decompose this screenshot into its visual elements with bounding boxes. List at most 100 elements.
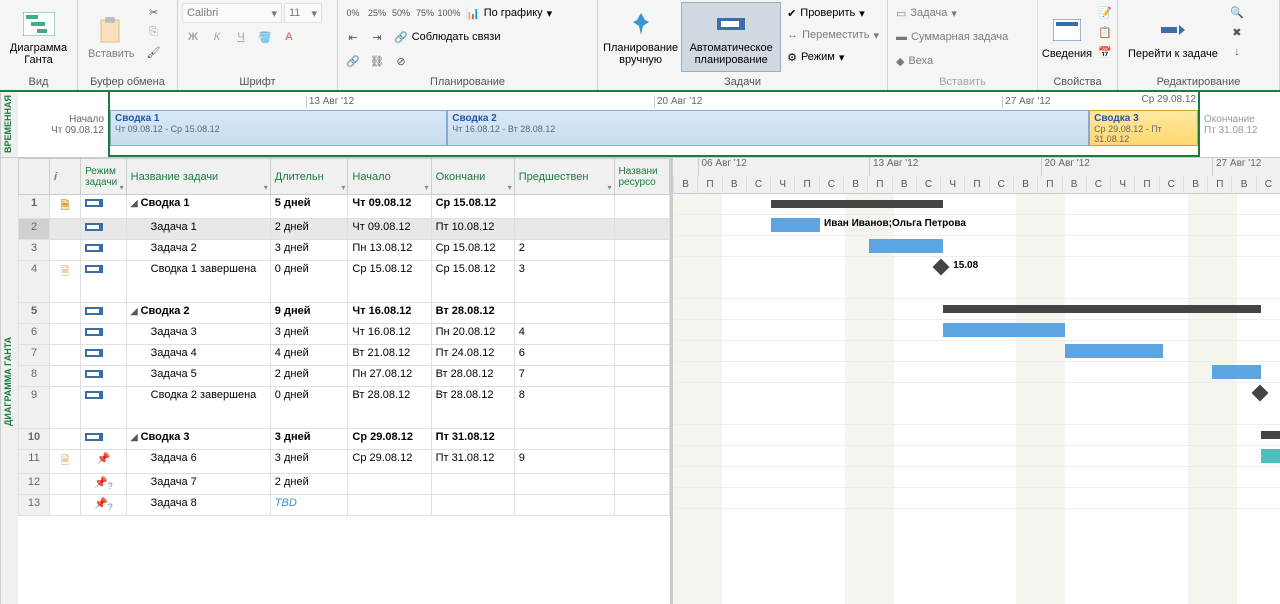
name-cell[interactable]: Задача 6 [126, 450, 270, 474]
gantt-row[interactable]: 15.08 [673, 257, 1280, 299]
gantt-row[interactable]: Иван Иванов;Ольга Петрова [673, 215, 1280, 236]
underline-button[interactable]: Ч [230, 27, 252, 47]
start-cell[interactable]: Пн 13.08.12 [348, 240, 431, 261]
res-cell[interactable] [614, 429, 670, 450]
italic-button[interactable]: К [206, 27, 228, 47]
gantt-row[interactable] [673, 236, 1280, 257]
finish-cell[interactable] [431, 474, 514, 495]
duration-cell[interactable]: 5 дней [270, 195, 348, 219]
col-rownum[interactable] [19, 159, 50, 195]
mode-cell[interactable] [81, 324, 127, 345]
indent-button[interactable]: ⇥ [366, 27, 388, 47]
finish-cell[interactable]: Ср 15.08.12 [431, 240, 514, 261]
name-cell[interactable]: Задача 3 [126, 324, 270, 345]
timeline-bar[interactable]: Сводка 2Чт 16.08.12 - Вт 28.08.12 [447, 110, 1089, 146]
row-number[interactable]: 11 [19, 450, 50, 474]
info-cell[interactable]: 🗎 [50, 261, 81, 303]
paste-button[interactable]: Вставить [82, 2, 141, 72]
duration-cell[interactable]: 4 дней [270, 345, 348, 366]
finish-cell[interactable] [431, 495, 514, 516]
finish-cell[interactable]: Ср 15.08.12 [431, 261, 514, 303]
notes-button[interactable]: 📝 [1094, 2, 1116, 22]
gantt-row[interactable] [673, 467, 1280, 488]
name-cell[interactable]: Сводка 2 завершена [126, 387, 270, 429]
start-cell[interactable]: Ср 29.08.12 [348, 429, 431, 450]
duration-cell[interactable]: 2 дней [270, 219, 348, 240]
res-cell[interactable] [614, 303, 670, 324]
task-table[interactable]: i Режим задачи▾ Название задачи▾ Длитель… [18, 158, 670, 516]
gantt-row[interactable] [673, 488, 1280, 509]
info-cell[interactable] [50, 495, 81, 516]
collapse-icon[interactable]: ◢ [131, 432, 138, 442]
find-button[interactable]: 🔍 [1226, 2, 1248, 22]
timeline-bar[interactable]: Сводка 1Чт 09.08.12 - Ср 15.08.12 [110, 110, 447, 146]
font-color-button[interactable]: A [278, 27, 300, 47]
gantt-milestone[interactable] [1251, 385, 1268, 402]
move-button[interactable]: ↔Переместить▾ [783, 24, 883, 46]
gantt-task-bar[interactable] [869, 239, 943, 253]
table-row[interactable]: 9Сводка 2 завершена0 днейВт 28.08.12Вт 2… [19, 387, 670, 429]
finish-cell[interactable]: Вт 28.08.12 [431, 303, 514, 324]
pred-cell[interactable] [514, 303, 614, 324]
collapse-icon[interactable]: ◢ [131, 198, 138, 208]
col-mode[interactable]: Режим задачи▾ [81, 159, 127, 195]
name-cell[interactable]: ◢Сводка 2 [126, 303, 270, 324]
fill-button[interactable]: ↓ [1226, 42, 1248, 62]
start-cell[interactable] [348, 474, 431, 495]
mode-cell[interactable]: 📌? [81, 474, 127, 495]
pred-cell[interactable]: 3 [514, 261, 614, 303]
res-cell[interactable] [614, 366, 670, 387]
table-row[interactable]: 10◢Сводка 33 днейСр 29.08.12Пт 31.08.12 [19, 429, 670, 450]
res-cell[interactable] [614, 324, 670, 345]
finish-cell[interactable]: Пт 10.08.12 [431, 219, 514, 240]
table-row[interactable]: 8Задача 52 днейПн 27.08.12Вт 28.08.127 [19, 366, 670, 387]
res-cell[interactable] [614, 261, 670, 303]
finish-cell[interactable]: Ср 15.08.12 [431, 195, 514, 219]
info-cell[interactable] [50, 219, 81, 240]
finish-cell[interactable]: Вт 28.08.12 [431, 366, 514, 387]
info-cell[interactable]: 🗎 [50, 450, 81, 474]
finish-cell[interactable]: Пт 24.08.12 [431, 345, 514, 366]
info-cell[interactable] [50, 387, 81, 429]
table-row[interactable]: 1🗎◢Сводка 15 днейЧт 09.08.12Ср 15.08.12 [19, 195, 670, 219]
res-cell[interactable] [614, 474, 670, 495]
gantt-chart-pane[interactable]: 06 Авг '1213 Авг '1220 Авг '1227 Авг '12… [673, 158, 1280, 604]
table-row[interactable]: 5◢Сводка 29 днейЧт 16.08.12Вт 28.08.12 [19, 303, 670, 324]
name-cell[interactable]: Задача 1 [126, 219, 270, 240]
name-cell[interactable]: Задача 5 [126, 366, 270, 387]
row-number[interactable]: 7 [19, 345, 50, 366]
clear-button[interactable]: ✖ [1226, 22, 1248, 42]
pct-0-button[interactable]: 0% [342, 3, 364, 23]
table-row[interactable]: 3Задача 23 днейПн 13.08.12Ср 15.08.122 [19, 240, 670, 261]
pred-cell[interactable]: 6 [514, 345, 614, 366]
pred-cell[interactable]: 2 [514, 240, 614, 261]
res-cell[interactable] [614, 240, 670, 261]
mode-cell[interactable] [81, 303, 127, 324]
row-number[interactable]: 12 [19, 474, 50, 495]
duration-cell[interactable]: 2 дней [270, 474, 348, 495]
duration-cell[interactable]: 9 дней [270, 303, 348, 324]
info-cell[interactable] [50, 324, 81, 345]
duration-cell[interactable]: 3 дней [270, 450, 348, 474]
inspect-button[interactable]: ✔Проверить▾ [783, 2, 883, 24]
start-cell[interactable]: Ср 29.08.12 [348, 450, 431, 474]
details-button[interactable]: Сведения [1042, 2, 1092, 72]
mode-cell[interactable] [81, 387, 127, 429]
bg-color-button[interactable]: 🪣 [254, 27, 276, 47]
mode-cell[interactable] [81, 219, 127, 240]
start-cell[interactable]: Чт 16.08.12 [348, 324, 431, 345]
col-info[interactable]: i [50, 159, 81, 195]
start-cell[interactable]: Ср 15.08.12 [348, 261, 431, 303]
gantt-row[interactable] [673, 383, 1280, 425]
start-cell[interactable]: Вт 21.08.12 [348, 345, 431, 366]
mode-cell[interactable] [81, 429, 127, 450]
mode-cell[interactable] [81, 240, 127, 261]
gantt-task-bar[interactable] [943, 323, 1066, 337]
table-row[interactable]: 4🗎Сводка 1 завершена0 днейСр 15.08.12Ср … [19, 261, 670, 303]
col-start[interactable]: Начало▾ [348, 159, 431, 195]
row-number[interactable]: 13 [19, 495, 50, 516]
gantt-body[interactable]: Иван Иванов;Ольга Петрова 15.08 [673, 194, 1280, 509]
timeline-add-button[interactable]: 📅 [1094, 42, 1116, 62]
link-button[interactable]: 🔗 [342, 51, 364, 71]
duration-cell[interactable]: 2 дней [270, 366, 348, 387]
